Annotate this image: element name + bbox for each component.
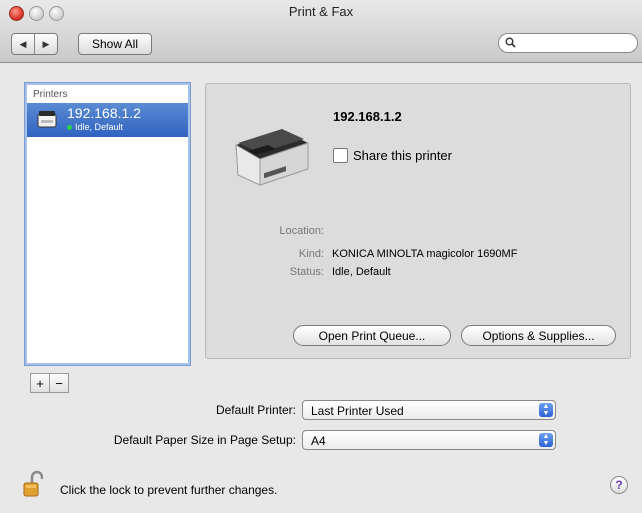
location-row: Location: <box>224 225 624 239</box>
printers-list-header: Printers <box>33 89 68 100</box>
help-icon[interactable]: ? <box>610 476 628 494</box>
printer-list-item-name: 192.168.1.2 <box>67 105 141 121</box>
status-value: Idle, Default <box>332 266 391 278</box>
titlebar: Print & Fax ◀ ▶ Show All <box>0 0 642 63</box>
popup-arrows-icon: ▲ ▼ <box>539 433 553 447</box>
nav-segmented-control: ◀ ▶ <box>11 33 58 55</box>
open-print-queue-button[interactable]: Open Print Queue... <box>293 325 451 346</box>
status-dot <box>67 125 72 131</box>
lock-message: Click the lock to prevent further change… <box>60 483 278 497</box>
printer-name-heading: 192.168.1.2 <box>333 109 402 124</box>
kind-key: Kind: <box>298 248 324 260</box>
printer-list-item-status: Idle, Default <box>67 122 123 132</box>
search-field[interactable] <box>498 33 638 53</box>
printer-list-item[interactable]: 192.168.1.2 Idle, Default <box>27 103 188 137</box>
options-supplies-button[interactable]: Options & Supplies... <box>461 325 616 346</box>
default-printer-label: Default Printer: <box>215 403 296 417</box>
share-printer-checkbox[interactable]: Share this printer <box>333 148 452 163</box>
default-printer-value: Last Printer Used <box>311 404 404 418</box>
printer-image <box>228 105 314 191</box>
search-input[interactable] <box>519 35 635 53</box>
window-title: Print & Fax <box>288 4 354 19</box>
search-icon <box>505 37 516 51</box>
lock-icon[interactable] <box>23 470 44 498</box>
status-key: Status: <box>289 266 324 278</box>
paper-size-popup[interactable]: A4 ▲ ▼ <box>302 430 556 450</box>
printer-list-item-status-text: Idle, Default <box>75 122 124 132</box>
printer-icon <box>36 108 58 130</box>
add-printer-button[interactable]: + <box>31 374 49 392</box>
share-checkbox-label: Share this printer <box>353 148 452 163</box>
location-key: Location: <box>279 225 324 237</box>
share-checkbox-box[interactable] <box>333 148 348 163</box>
paper-size-value: A4 <box>311 434 326 448</box>
paper-size-label: Default Paper Size in Page Setup: <box>113 433 296 447</box>
print-fax-window: Print & Fax ◀ ▶ Show All Printers 192.16… <box>0 0 642 513</box>
kind-row: Kind: KONICA MINOLTA magicolor 1690MF <box>224 248 624 262</box>
printer-details-panel: 192.168.1.2 Share this printer Location:… <box>205 83 631 359</box>
list-add-remove-control: + − <box>30 373 69 393</box>
status-row: Status: Idle, Default <box>224 266 624 280</box>
back-arrow-icon[interactable]: ◀ <box>12 34 34 54</box>
popup-arrows-icon: ▲ ▼ <box>539 403 553 417</box>
printers-list: Printers 192.168.1.2 Idle, Default <box>24 82 191 366</box>
kind-value: KONICA MINOLTA magicolor 1690MF <box>332 248 518 260</box>
show-all-button[interactable]: Show All <box>78 33 152 55</box>
forward-arrow-icon[interactable]: ▶ <box>34 34 57 54</box>
default-printer-popup[interactable]: Last Printer Used ▲ ▼ <box>302 400 556 420</box>
remove-printer-button[interactable]: − <box>49 374 68 392</box>
